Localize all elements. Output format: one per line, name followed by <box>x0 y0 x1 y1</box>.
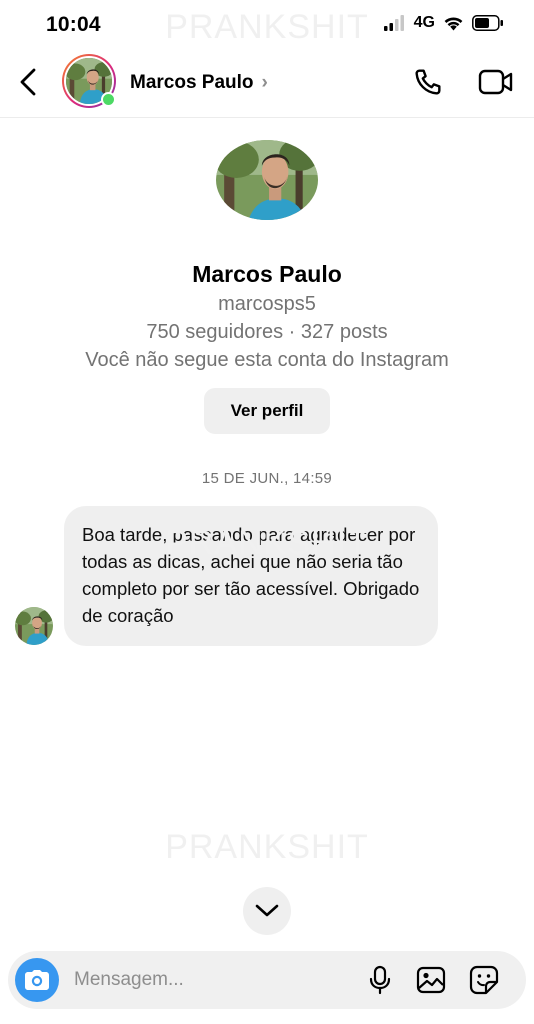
gallery-button[interactable] <box>415 964 447 996</box>
camera-icon <box>25 970 49 990</box>
video-camera-icon <box>478 69 513 95</box>
scroll-to-bottom-button[interactable] <box>243 887 291 935</box>
sticker-icon <box>469 965 499 995</box>
profile-username: marcosps5 <box>218 293 316 315</box>
cellular-signal-icon <box>383 15 404 31</box>
video-call-button[interactable] <box>476 64 516 100</box>
camera-button[interactable] <box>15 958 59 1002</box>
audio-call-button[interactable] <box>410 64 446 100</box>
microphone-icon <box>369 965 391 995</box>
phone-icon <box>415 69 441 95</box>
watermark-text: PRANKSHIT <box>165 828 369 866</box>
message-timestamp: 15 DE JUN., 14:59 <box>201 470 333 487</box>
back-arrow-icon <box>20 68 36 96</box>
voice-message-button[interactable] <box>364 964 396 996</box>
profile-stats: 750 seguidores · 327 posts <box>146 321 388 343</box>
message-avatar[interactable] <box>15 607 53 645</box>
back-button[interactable] <box>14 66 42 98</box>
online-status-dot <box>101 92 116 107</box>
network-type: 4G <box>413 14 435 31</box>
view-profile-button[interactable]: Ver perfil <box>204 388 330 434</box>
gallery-icon <box>416 966 446 994</box>
follow-status: Você não segue esta conta do Instagram <box>85 349 449 371</box>
profile-name: Marcos Paulo <box>192 261 342 287</box>
chat-header: Marcos Paulo › <box>0 52 534 118</box>
chevron-right-icon: › <box>261 72 268 93</box>
chevron-down-icon <box>255 904 279 917</box>
message-input[interactable] <box>74 963 354 997</box>
battery-icon <box>472 15 503 31</box>
contact-name: Marcos Paulo <box>130 72 254 93</box>
sticker-button[interactable] <box>468 964 500 996</box>
profile-avatar[interactable] <box>216 140 318 220</box>
message-composer <box>8 951 526 1009</box>
status-bar: 10:04 4G <box>0 0 534 52</box>
status-indicators: 4G <box>383 14 504 32</box>
status-time: 10:04 <box>46 13 101 36</box>
wifi-icon <box>444 17 463 31</box>
message-bubble[interactable]: Boa tarde, passando para agradecer por t… <box>64 506 438 646</box>
contact-name-link[interactable]: Marcos Paulo › <box>130 72 268 94</box>
